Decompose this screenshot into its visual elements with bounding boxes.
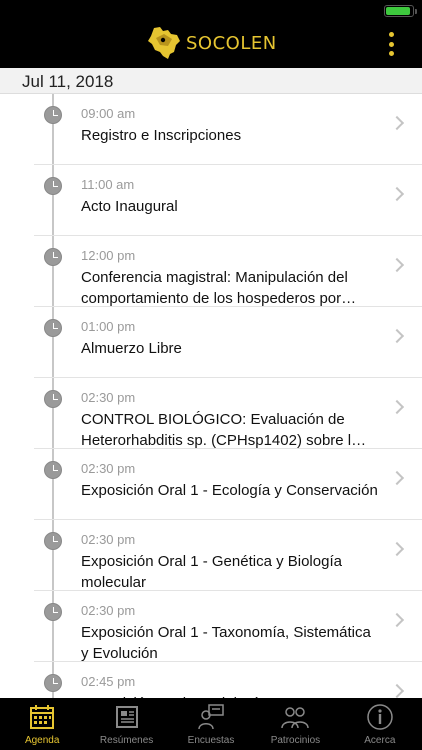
event-time: 12:00 pm [81, 248, 136, 263]
app-header: SOCOLEN [0, 0, 422, 68]
clock-icon [44, 532, 62, 550]
colombia-map-icon [148, 27, 180, 59]
tab-label: Encuestas [187, 735, 235, 746]
brand-name: SOCOLEN [186, 32, 277, 54]
event-title: Registro e Inscripciones [81, 127, 242, 144]
tab-acerca[interactable]: Acerca [338, 698, 422, 750]
tab-label: Patrocinios [270, 735, 321, 746]
schedule-item[interactable]: 09:00 am Registro e Inscripciones [34, 94, 422, 165]
chevron-right-icon [389, 612, 405, 628]
chevron-right-icon [389, 470, 405, 486]
chevron-right-icon [389, 186, 405, 202]
chevron-right-icon [389, 399, 405, 415]
tab-label: Resúmenes [99, 735, 154, 746]
chevron-right-icon [389, 541, 405, 557]
clock-icon [44, 106, 62, 124]
schedule-item[interactable]: 12:00 pm Conferencia magistral: Manipulac… [34, 236, 422, 307]
schedule-item[interactable]: 02:45 pmExposición Oral 2 - Biología [34, 662, 422, 698]
event-time: 11:00 am [81, 177, 135, 192]
more-options-icon[interactable] [386, 32, 396, 56]
calendar-icon [30, 705, 55, 729]
event-time: 02:30 pm [81, 461, 136, 476]
event-title: Conferencia magistral: Manipulación del … [81, 269, 357, 307]
clock-icon [44, 603, 62, 621]
schedule-item[interactable]: 11:00 am Acto Inaugural [34, 165, 422, 236]
event-title: Acto Inaugural [81, 198, 178, 215]
clock-icon [44, 319, 62, 337]
event-title: Almuerzo Libre [81, 340, 182, 357]
survey-icon [198, 704, 224, 730]
tab-label: Acerca [364, 735, 396, 746]
people-icon [281, 707, 310, 729]
tab-resumenes[interactable]: Resúmenes [84, 698, 168, 750]
event-time: 09:00 am [81, 106, 136, 121]
event-title: Exposición Oral 1 - Ecología y Conservac… [81, 482, 378, 499]
date-section-header: Jul 11, 2018 [0, 68, 422, 94]
schedule-item[interactable]: 02:30 pm Exposición Oral 1 - Taxonomía, S… [34, 591, 422, 662]
event-time: 02:45 pm [81, 674, 136, 689]
clock-icon [44, 674, 62, 692]
schedule-item[interactable]: 01:00 pm Almuerzo Libre [34, 307, 422, 378]
chevron-right-icon [389, 328, 405, 344]
event-time: 02:30 pm [81, 532, 136, 547]
tab-agenda[interactable]: Agenda [0, 698, 84, 750]
clock-icon [44, 461, 62, 479]
clock-icon [44, 248, 62, 266]
agenda-list: Jul 11, 2018 09:00 am Registro e Inscripc… [0, 68, 422, 698]
event-title: Exposición Oral 1 - Taxonomía, Sistemáti… [81, 624, 371, 662]
tab-bar: Agenda Resúmenes Encuestas Patrocinios A… [0, 698, 422, 750]
tab-patrocinios[interactable]: Patrocinios [253, 698, 337, 750]
event-time: 02:30 pm [81, 390, 136, 405]
chevron-right-icon [389, 257, 405, 273]
chevron-right-icon [389, 115, 405, 131]
newspaper-icon [115, 706, 138, 728]
schedule-item[interactable]: 02:30 pm Exposición Oral 1 - Ecología y C… [34, 449, 422, 520]
schedule-item[interactable]: 02:30 pm Exposición Oral 1 - Genética y B… [34, 520, 422, 591]
event-time: 02:30 pm [81, 603, 136, 618]
tab-encuestas[interactable]: Encuestas [169, 698, 253, 750]
battery-icon [384, 5, 417, 17]
tab-label: Agenda [24, 735, 60, 746]
clock-icon [44, 177, 62, 195]
schedule-item[interactable]: 02:30 pm CONTROL BIOLÓGICO: Evaluación de… [34, 378, 422, 449]
info-icon [367, 704, 393, 730]
app-logo: SOCOLEN [146, 26, 277, 60]
event-time: 01:00 pm [81, 319, 136, 334]
event-title: Exposición Oral 1 - Genética y Biología … [81, 553, 342, 591]
chevron-right-icon [389, 683, 405, 698]
event-title: CONTROL BIOLÓGICO: Evaluación de Heteror… [81, 411, 367, 449]
clock-icon [44, 390, 62, 408]
